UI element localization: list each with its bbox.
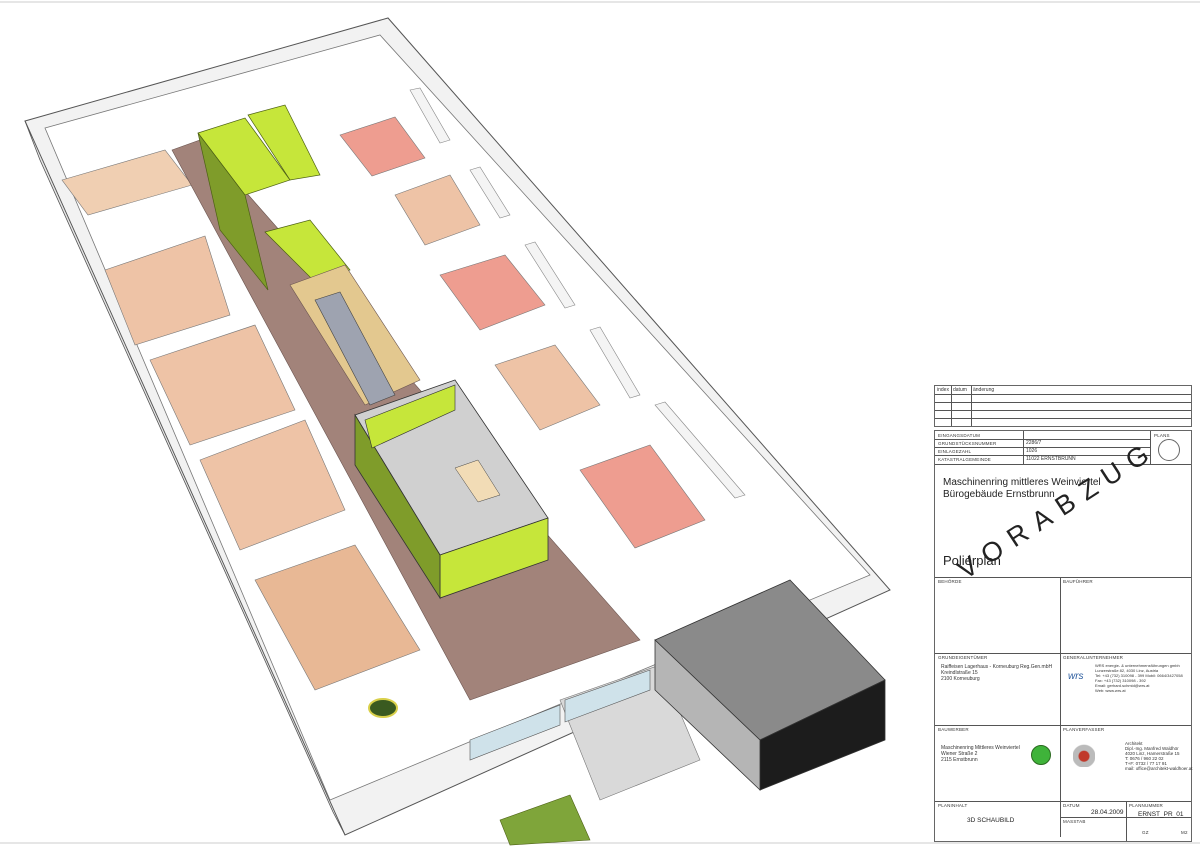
- plan-content: 3D SCHAUBILD: [967, 817, 1015, 824]
- project-building: Bürogebäude Ernstbrunn: [943, 489, 1055, 500]
- label-grundstuecksnummer: GRUNDSTÜCKSNUMMER: [938, 441, 997, 446]
- plan-sheet: index datum änderung EINGANGSDATUM GRUND…: [0, 0, 1200, 847]
- gc-logo: wrs: [1068, 671, 1084, 682]
- revision-header-date: datum: [953, 387, 967, 393]
- label-katastralgemeinde: KATASTRALGEMEINDE: [938, 457, 991, 462]
- plan-date: 28.04.2009: [1091, 809, 1124, 816]
- label-m2: m2: [1181, 830, 1188, 835]
- label-einlagezahl: EINLAGEZAHL: [938, 449, 972, 454]
- label-bauwerber: BAUWERBER: [938, 727, 969, 732]
- label-datum: DATUM: [1063, 803, 1080, 808]
- client-line: 2115 Ernstbrunn: [941, 757, 978, 763]
- gc-line: Web: www.wrs.at: [1095, 688, 1126, 693]
- label-gz: GZ: [1142, 830, 1149, 835]
- lawn: [499, 794, 591, 846]
- label-planinhalt: PLANINHALT: [938, 803, 968, 808]
- revision-header-change: änderung: [973, 387, 995, 393]
- label-generalunternehmer: GENERALUNTERNEHMER: [1063, 655, 1124, 660]
- value-grundstuecksnummer: 2286/7: [1026, 440, 1042, 446]
- revision-header-index: index: [937, 387, 949, 393]
- label-masstab: MASSTAB: [1063, 819, 1086, 824]
- label-grundeigentuemer: GRUNDEIGENTÜMER: [938, 655, 988, 660]
- label-baufuehrer: BAUFÜHRER: [1063, 579, 1093, 584]
- label-eingangsdatum: EINGANGSDATUM: [938, 433, 981, 438]
- label-behoerde: BEHÖRDE: [938, 579, 962, 584]
- value-katastralgemeinde: 11022 ERNSTBRUNN: [1026, 456, 1076, 462]
- logo-emblem: [368, 698, 398, 718]
- revision-table: index datum änderung: [934, 385, 1192, 427]
- austrian-eagle-icon: [1073, 743, 1095, 767]
- owner-line: 2100 Korneuburg: [941, 676, 980, 682]
- client-logo: [1031, 745, 1051, 765]
- plan-number: ERNST_PR_01: [1138, 811, 1184, 818]
- label-planverfasser: PLANVERFASSER: [1063, 727, 1105, 732]
- planner-line: mail: office@architekt-waldhoer.at: [1125, 766, 1193, 771]
- label-plannummer: PLANNUMMER: [1129, 803, 1164, 808]
- north-label: PLANS: [1154, 433, 1170, 438]
- value-einlagezahl: 1026: [1026, 448, 1038, 454]
